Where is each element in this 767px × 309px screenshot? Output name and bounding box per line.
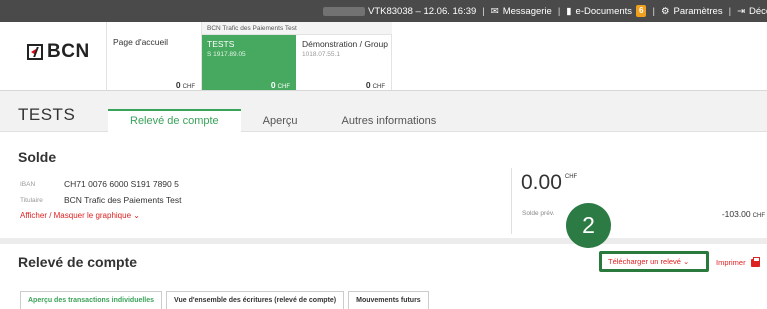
- tab-autres-informations[interactable]: Autres informations: [320, 109, 459, 132]
- holder-label: Titulaire: [20, 197, 43, 204]
- print-button[interactable]: Imprimer: [716, 256, 760, 267]
- holder-value: BCN Trafic des Paiements Test: [64, 195, 182, 205]
- gear-icon: ⚙: [660, 5, 670, 17]
- account-amount: 0 CHF: [365, 80, 385, 90]
- top-bar: VTK83038 – 12.06. 16:39 | ✉ Messagerie |…: [0, 0, 767, 22]
- edocuments-count-badge: 6: [636, 5, 647, 17]
- home-amount: 0 CHF: [175, 80, 195, 90]
- session-info: VTK83038 – 12.06. 16:39: [368, 5, 477, 17]
- account-header: TESTS Relevé de compte Aperçu Autres inf…: [0, 91, 767, 132]
- tab-apercu[interactable]: Aperçu: [241, 109, 320, 132]
- home-label: Page d'accueil: [113, 37, 169, 47]
- top-bar-menu: VTK83038 – 12.06. 16:39 | ✉ Messagerie |…: [368, 0, 767, 22]
- subtab-future-movements[interactable]: Mouvements futurs: [348, 291, 429, 309]
- account-number: 1018.07.55.1: [302, 51, 340, 58]
- account-amount: 0 CHF: [270, 80, 290, 90]
- parametres-link[interactable]: ⚙ Paramètres: [661, 6, 723, 17]
- statement-subtabs: Aperçu des transactions individuelles Vu…: [20, 291, 429, 309]
- account-group-title: BCN Trafic des Paiements Test: [202, 22, 392, 35]
- printer-icon: [750, 256, 760, 267]
- subtab-entries-overview[interactable]: Vue d'ensemble des écritures (relevé de …: [166, 291, 345, 309]
- account-number: S 1917.89.05: [207, 51, 246, 58]
- logout-icon: ⇥: [737, 5, 746, 17]
- redacted-user-name: [323, 7, 365, 16]
- balance-divider: [511, 168, 512, 234]
- account-title: TESTS: [18, 105, 76, 124]
- envelope-icon: ✉: [490, 5, 499, 17]
- balance-value: 0.00 CHF: [521, 171, 578, 194]
- iban-label: IBAN: [20, 181, 36, 188]
- messagerie-link[interactable]: ✉ Messagerie: [491, 6, 552, 17]
- account-name: Démonstration / Group: [302, 39, 388, 49]
- bcn-logo[interactable]: BCN: [27, 41, 90, 63]
- logo-area: BCN: [0, 22, 107, 90]
- tab-releve-de-compte[interactable]: Relevé de compte: [108, 109, 241, 132]
- account-tile-tests[interactable]: TESTS S 1917.89.05 0 CHF: [202, 35, 296, 90]
- forecast-balance-value: -103.00 CHF: [721, 209, 765, 219]
- solde-panel: Solde IBAN CH71 0076 6000 S191 7890 5 Ti…: [0, 132, 767, 238]
- step-number-badge: 2: [566, 203, 611, 248]
- document-icon: ▮: [566, 5, 572, 17]
- download-statement-button[interactable]: Télécharger un relevé ⌄: [608, 257, 689, 266]
- account-name: TESTS: [207, 39, 235, 49]
- solde-heading: Solde: [18, 149, 57, 165]
- download-highlight-box: Télécharger un relevé ⌄: [599, 251, 709, 272]
- bcn-logo-icon: [27, 44, 43, 60]
- account-tile-demonstration[interactable]: Démonstration / Group 1018.07.55.1 0 CHF: [296, 35, 392, 90]
- forecast-balance-label: Solde prév.: [522, 210, 555, 217]
- iban-value: CH71 0076 6000 S191 7890 5: [64, 179, 179, 189]
- toggle-graph-link[interactable]: Afficher / Masquer le graphique ⌄: [20, 211, 140, 220]
- edocuments-link[interactable]: ▮ e-Documents 6: [566, 5, 647, 17]
- section-separator: [0, 238, 767, 244]
- logout-link[interactable]: ⇥ Déconnexi: [737, 6, 767, 17]
- home-tile[interactable]: Page d'accueil 0 CHF: [107, 22, 202, 90]
- subtab-individual-transactions[interactable]: Aperçu des transactions individuelles: [20, 291, 163, 309]
- account-tabs: Relevé de compte Aperçu Autres informati…: [108, 109, 458, 132]
- releve-heading: Relevé de compte: [18, 254, 138, 270]
